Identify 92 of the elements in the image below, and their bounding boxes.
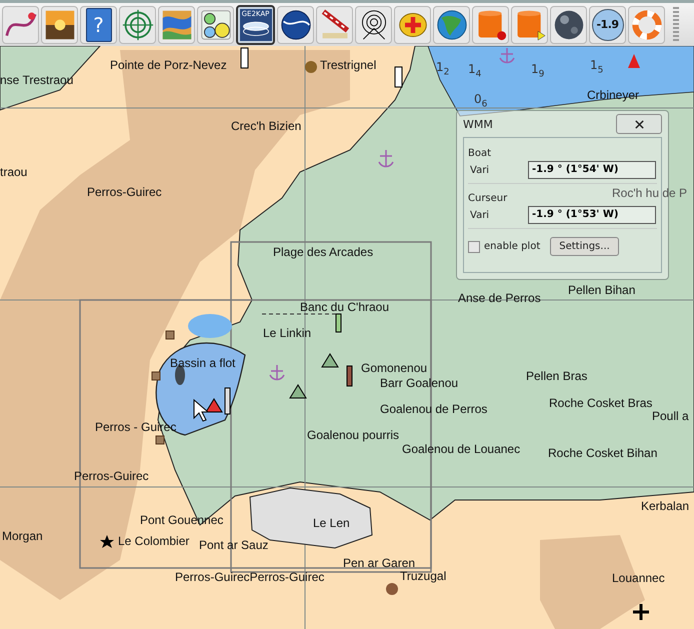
- checkbox-label: enable plot: [484, 241, 540, 252]
- place-name: Crbineyer: [587, 88, 640, 102]
- building-icon: [166, 330, 174, 340]
- lifebuoy-icon: [630, 8, 662, 40]
- gauges-button[interactable]: [197, 6, 234, 44]
- place-name: Trestrignel: [320, 58, 376, 72]
- place-name: Le Len: [313, 516, 350, 530]
- weather-map-icon: [160, 8, 192, 40]
- place-name: Louannec: [612, 571, 665, 585]
- place-name: Anse de Perros: [458, 291, 541, 305]
- variation-button[interactable]: -1.9: [589, 6, 626, 44]
- field-label: Vari: [469, 210, 490, 220]
- depth-sounding: 1$_{9}$: [531, 62, 544, 82]
- lighthouse-icon: [394, 66, 402, 88]
- beacon-icon: [336, 314, 342, 332]
- globe-button[interactable]: [433, 6, 470, 44]
- place-name: Goalenou de Louanec: [402, 442, 520, 456]
- place-name: Plage des Arcades: [273, 245, 374, 259]
- rock-dot: [305, 61, 317, 73]
- radar-button[interactable]: [355, 6, 392, 44]
- building-icon: [152, 372, 160, 380]
- gauges-icon: [200, 8, 232, 40]
- variation-field: -1.9 ° (1°53' W): [528, 206, 656, 224]
- place-name: Pellen Bihan: [568, 283, 636, 297]
- cross-icon: [632, 602, 650, 622]
- crosshair-icon: [122, 8, 154, 40]
- place-name: Le Colombier: [118, 534, 190, 548]
- route-button[interactable]: [2, 6, 39, 44]
- beacon-icon: [224, 388, 230, 414]
- place-name: Perros-Guirec: [87, 185, 162, 199]
- place-name: Barr Goalenou: [380, 376, 458, 390]
- place-name: Pen ar Garen: [343, 556, 416, 570]
- place-name: Goalenou pourris: [307, 428, 400, 442]
- place-name: Morgan: [2, 529, 43, 543]
- depth-sounding: 1$_{2}$: [436, 60, 450, 80]
- place-name: Roche Cosket Bras: [549, 396, 652, 410]
- anchor-icon: [378, 149, 394, 168]
- place-name: Roche Cosket Bihan: [548, 446, 658, 460]
- sunset-icon: [44, 8, 76, 40]
- weather-map-button[interactable]: [158, 6, 195, 44]
- place-name: Pointe de Porz-Nevez: [110, 58, 227, 72]
- beacon-icon: [346, 366, 352, 386]
- rock-dot: [386, 583, 398, 595]
- depth-sounding: 1$_{5}$: [590, 58, 604, 78]
- place-name: traou: [0, 165, 28, 179]
- place-name: Banc du C'hraou: [300, 300, 390, 314]
- group-heading: Boat: [468, 148, 492, 159]
- help-button[interactable]: ?: [80, 6, 117, 44]
- place-name: Le Linkin: [263, 326, 312, 340]
- close-button[interactable]: [616, 114, 662, 134]
- building-icon: [156, 436, 164, 444]
- settings-button[interactable]: Settings...: [550, 237, 619, 256]
- place-name: Roc'h hu de P: [612, 186, 688, 200]
- checkbox[interactable]: [468, 240, 480, 252]
- planet-icon: [552, 8, 584, 40]
- place-name: Goalenou de Perros: [380, 402, 488, 416]
- depth-sounding: 0$_{6}$: [474, 92, 488, 112]
- anchor-icon: [269, 364, 285, 380]
- group-heading: Curseur: [468, 193, 508, 204]
- globe-icon: [436, 8, 468, 40]
- place-name: Truzugal: [400, 569, 446, 583]
- planet-button[interactable]: [550, 6, 587, 44]
- buoy-icon: [205, 398, 223, 412]
- sunset-button[interactable]: [41, 6, 78, 44]
- variation-field: -1.9 ° (1°54' W): [528, 161, 656, 179]
- field-label: Vari: [469, 164, 490, 176]
- globe-icon: [280, 8, 312, 40]
- first-aid-button[interactable]: [394, 6, 431, 44]
- lighthouse-icon: [240, 48, 248, 68]
- star-icon: [100, 535, 114, 548]
- globe-button[interactable]: [277, 6, 314, 44]
- place-name: Perros-GuirecPerros-Guirec: [175, 570, 324, 584]
- flag-icon: [628, 54, 640, 68]
- anchor-icon: [499, 47, 515, 64]
- buoy-icon: [321, 353, 339, 368]
- place-name: Kerbalan: [641, 499, 690, 513]
- place-name: Bassin a flot: [170, 356, 236, 370]
- close-icon: [634, 118, 644, 130]
- pond: [188, 314, 232, 338]
- place-name: Gomonenou: [361, 361, 428, 375]
- place-name: Perros-Guirec: [74, 469, 149, 483]
- buoy-icon: [289, 384, 307, 398]
- place-name: Crec'h Bizien: [231, 119, 302, 133]
- cursor-icon: [194, 398, 210, 422]
- toolbar-grip[interactable]: [673, 6, 679, 42]
- dialog-title: WMM: [463, 118, 493, 130]
- lifebuoy-button[interactable]: [628, 6, 665, 44]
- place-name: Poull a: [652, 409, 689, 423]
- depth-sounding: 1$_{4}$: [468, 62, 482, 82]
- place-name: Pellen Bras: [526, 369, 588, 383]
- crosshair-button[interactable]: [119, 6, 156, 44]
- cylinder-button[interactable]: [472, 6, 509, 44]
